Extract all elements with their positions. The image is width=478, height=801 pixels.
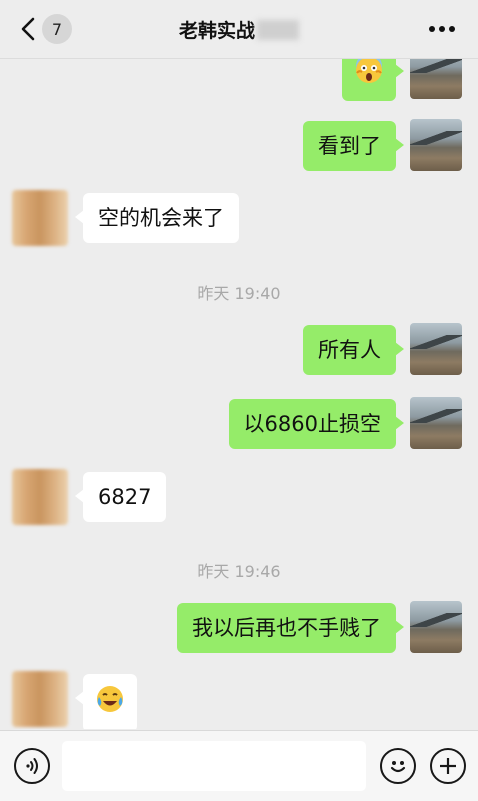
- message-bubble[interactable]: 6827: [74, 472, 167, 522]
- message-bubble[interactable]: 我以后再也不手贱了: [177, 603, 404, 653]
- message-bubble[interactable]: [75, 674, 137, 729]
- emoji-icon: [390, 761, 406, 773]
- message-input[interactable]: [62, 741, 366, 791]
- my-avatar[interactable]: [410, 119, 462, 171]
- contact-avatar[interactable]: [12, 190, 68, 246]
- my-avatar[interactable]: [410, 601, 462, 653]
- contact-avatar[interactable]: [12, 469, 68, 525]
- scream-emoji-icon: [356, 59, 382, 83]
- voice-button[interactable]: [14, 748, 50, 784]
- timestamp: 昨天 19:40: [197, 284, 281, 303]
- laugh-cry-emoji-icon: [97, 686, 123, 712]
- message-bubble[interactable]: 空的机会来了: [75, 193, 239, 243]
- contact-avatar[interactable]: [12, 671, 68, 727]
- emoji-button[interactable]: [380, 748, 416, 784]
- my-avatar[interactable]: [410, 397, 462, 449]
- input-bar: [0, 730, 478, 801]
- add-icon: [440, 758, 456, 774]
- voice-icon: [26, 758, 38, 774]
- message-bubble[interactable]: [342, 59, 404, 101]
- chat-title: 老韩实战: [0, 16, 478, 43]
- my-avatar[interactable]: [410, 323, 462, 375]
- message-bubble[interactable]: 看到了: [303, 121, 404, 171]
- add-button[interactable]: [430, 748, 466, 784]
- chat-title-text: 老韩实战: [178, 20, 255, 42]
- title-blur: [257, 20, 299, 40]
- message-bubble[interactable]: 所有人: [303, 325, 404, 375]
- chat-header: 7 老韩实战: [0, 0, 478, 59]
- more-dots-icon[interactable]: [426, 18, 458, 40]
- message-bubble[interactable]: 以6860止损空: [228, 399, 405, 449]
- timestamp: 昨天 19:46: [197, 562, 281, 581]
- message-list[interactable]: 看到了 空的机会来了 昨天 19:40 所有人 以6860止损空 6827 昨天…: [0, 59, 478, 729]
- my-avatar[interactable]: [410, 59, 462, 99]
